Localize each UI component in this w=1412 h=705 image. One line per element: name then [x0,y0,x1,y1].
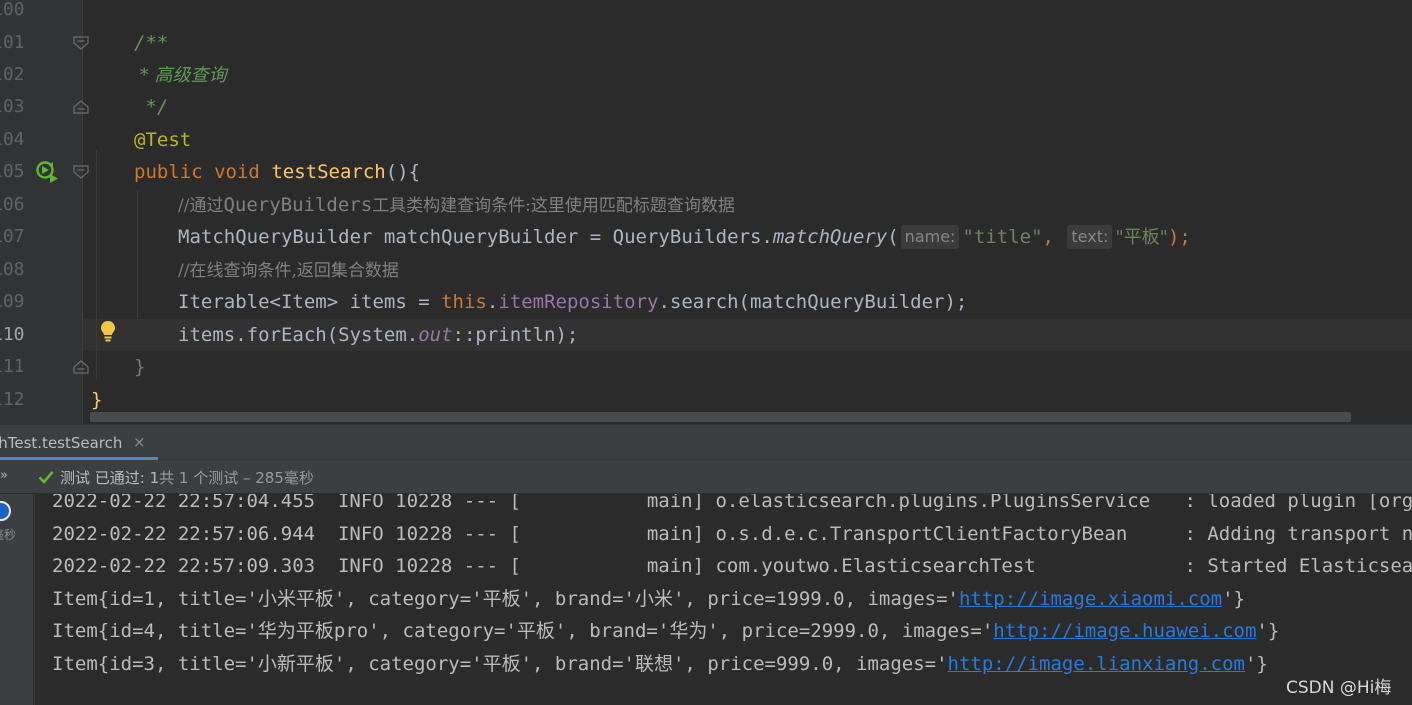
code-token: } [91,389,103,411]
fold-marker-icon[interactable] [73,36,89,50]
lightbulb-icon[interactable] [99,320,117,344]
keyword: void [214,161,260,183]
line-number: 108 [0,259,25,280]
indent-guide [96,150,97,380]
line-number: 112 [0,389,25,410]
line-number: 109 [0,291,25,312]
annotation: @Test [134,129,192,151]
passed-count: 1 [149,469,160,487]
watermark: CSDN @Hi梅 [1286,678,1392,698]
code-token: (){ [385,161,421,183]
run-panel: chTest.testSearch × » 测试 已通过: 1共 1 个测试 –… [0,424,1412,705]
code-line-109[interactable]: Iterable<Item> items = this.itemReposito… [178,286,967,318]
code-token: .search(matchQueryBuilder); [658,291,968,313]
fold-marker-icon[interactable] [73,360,89,374]
code-line-110[interactable]: items.forEach(System.out::println); [178,319,578,351]
run-tab[interactable]: chTest.testSearch × [0,425,158,461]
code-token: ( [887,226,899,248]
code-token: ); [1167,226,1191,248]
test-tree-icon[interactable] [0,501,11,521]
status-prefix: 测试 已通过: [60,469,150,487]
console-line: Item{id=4, title='华为平板pro', category='平板… [52,615,1279,647]
run-test-icon[interactable] [36,161,60,183]
doc-comment: /** [134,32,169,54]
console-text: Item{id=3, title='小新平板', category='平板', … [52,653,948,675]
console-link[interactable]: http://image.xiaomi.com [959,588,1222,610]
line-number: 111 [0,356,25,377]
indent-guide [137,190,138,318]
line-number: 102 [0,64,25,85]
string-literal: "平板" [1115,227,1168,248]
line-number: 100 [0,0,25,20]
horizontal-scrollbar[interactable] [90,412,1351,422]
line-number: 101 [0,32,25,53]
status-detail: 共 1 个测试 – 285毫秒 [159,469,314,487]
code-line-104[interactable]: @Test [134,124,191,156]
line-comment: 工具类构建查询条件:这里使用匹配标题查询数据 [372,196,735,216]
test-duration: 毫秒 [0,528,17,542]
console-link[interactable]: http://image.huawei.com [993,620,1256,642]
console-line: Item{id=3, title='小新平板', category='平板', … [52,648,1268,680]
code-line-101[interactable]: /** [134,27,168,59]
static-field: out [418,324,453,346]
close-icon[interactable]: × [133,433,146,451]
parameter-hint: name: [900,225,960,249]
code-token: ::println); [452,324,579,346]
run-tab-label: chTest.testSearch [0,434,123,452]
code-token: . [486,291,499,313]
test-status-bar: » 测试 已通过: 1共 1 个测试 – 285毫秒 [0,460,1412,494]
string-literal: "title" [962,226,1043,248]
doc-comment: */ [134,96,169,118]
fold-marker-icon[interactable] [73,165,89,179]
console-link[interactable]: http://image.lianxiang.com [948,653,1245,675]
line-number: 105 [0,161,25,182]
parameter-hint: text: [1067,225,1113,249]
fold-marker-icon[interactable] [73,100,89,114]
console-text: '} [1244,653,1268,675]
editor-gutter: 100 101 102 103 104 105 106 107 108 109 … [0,0,82,424]
console-text: '} [1222,588,1245,610]
code-line-105[interactable]: public void testSearch(){ [134,156,420,188]
console-text: '} [1256,620,1280,642]
code-line-102[interactable]: * 高级查询 [134,59,227,91]
run-tab-bar: chTest.testSearch × [0,424,1412,461]
test-tree-panel: 毫秒 [0,494,34,705]
static-method: matchQuery [772,226,888,248]
line-number: 103 [0,96,25,117]
method-name: testSearch [271,161,386,183]
line-number-current: 110 [0,324,25,345]
console-line: Item{id=1, title='小米平板', category='平板', … [52,583,1245,615]
keyword: public [134,161,203,183]
doc-comment: * 高级查询 [134,65,227,86]
line-number: 107 [0,226,25,247]
test-status-text: 测试 已通过: 1共 1 个测试 – 285毫秒 [60,467,314,488]
code-line-111[interactable]: } [134,351,145,383]
console-text: Item{id=1, title='小米平板', category='平板', … [52,588,959,610]
keyword: this [441,291,487,313]
line-comment: QueryBuilders [223,194,373,216]
console-output[interactable]: 2022-02-22 22:57:04.455 INFO 10228 --- [… [35,494,1412,705]
console-line: 2022-02-22 22:57:04.455 INFO 10228 --- [… [52,494,1412,512]
chevron-right-icon[interactable]: » [0,468,8,483]
code-line-108[interactable]: //在线查询条件,返回集合数据 [178,254,399,286]
console-line: 2022-02-22 22:57:09.303 INFO 10228 --- [… [52,555,1412,577]
console-text: Item{id=4, title='华为平板pro', category='平板… [52,620,994,642]
code-token: Iterable<Item> items = [178,291,442,313]
code-editor[interactable]: 100 101 102 103 104 105 106 107 108 109 … [0,0,1412,424]
line-comment: //在线查询条件,返回集合数据 [178,261,399,281]
line-comment: //通过 [178,196,224,216]
code-token: , [1042,226,1066,248]
code-line-103[interactable]: */ [134,91,168,123]
code-line-107[interactable]: MatchQueryBuilder matchQueryBuilder = Qu… [178,221,1191,253]
line-number: 106 [0,194,25,215]
check-icon [38,469,54,485]
code-token: items.forEach(System. [178,324,419,346]
code-line-106[interactable]: //通过QueryBuilders工具类构建查询条件:这里使用匹配标题查询数据 [178,189,735,221]
field-name: itemRepository [498,291,659,313]
console-line: 2022-02-22 22:57:06.944 INFO 10228 --- [… [52,523,1412,545]
code-token: MatchQueryBuilder matchQueryBuilder = Qu… [178,226,773,248]
code-token: } [134,356,146,378]
line-number: 104 [0,129,25,150]
